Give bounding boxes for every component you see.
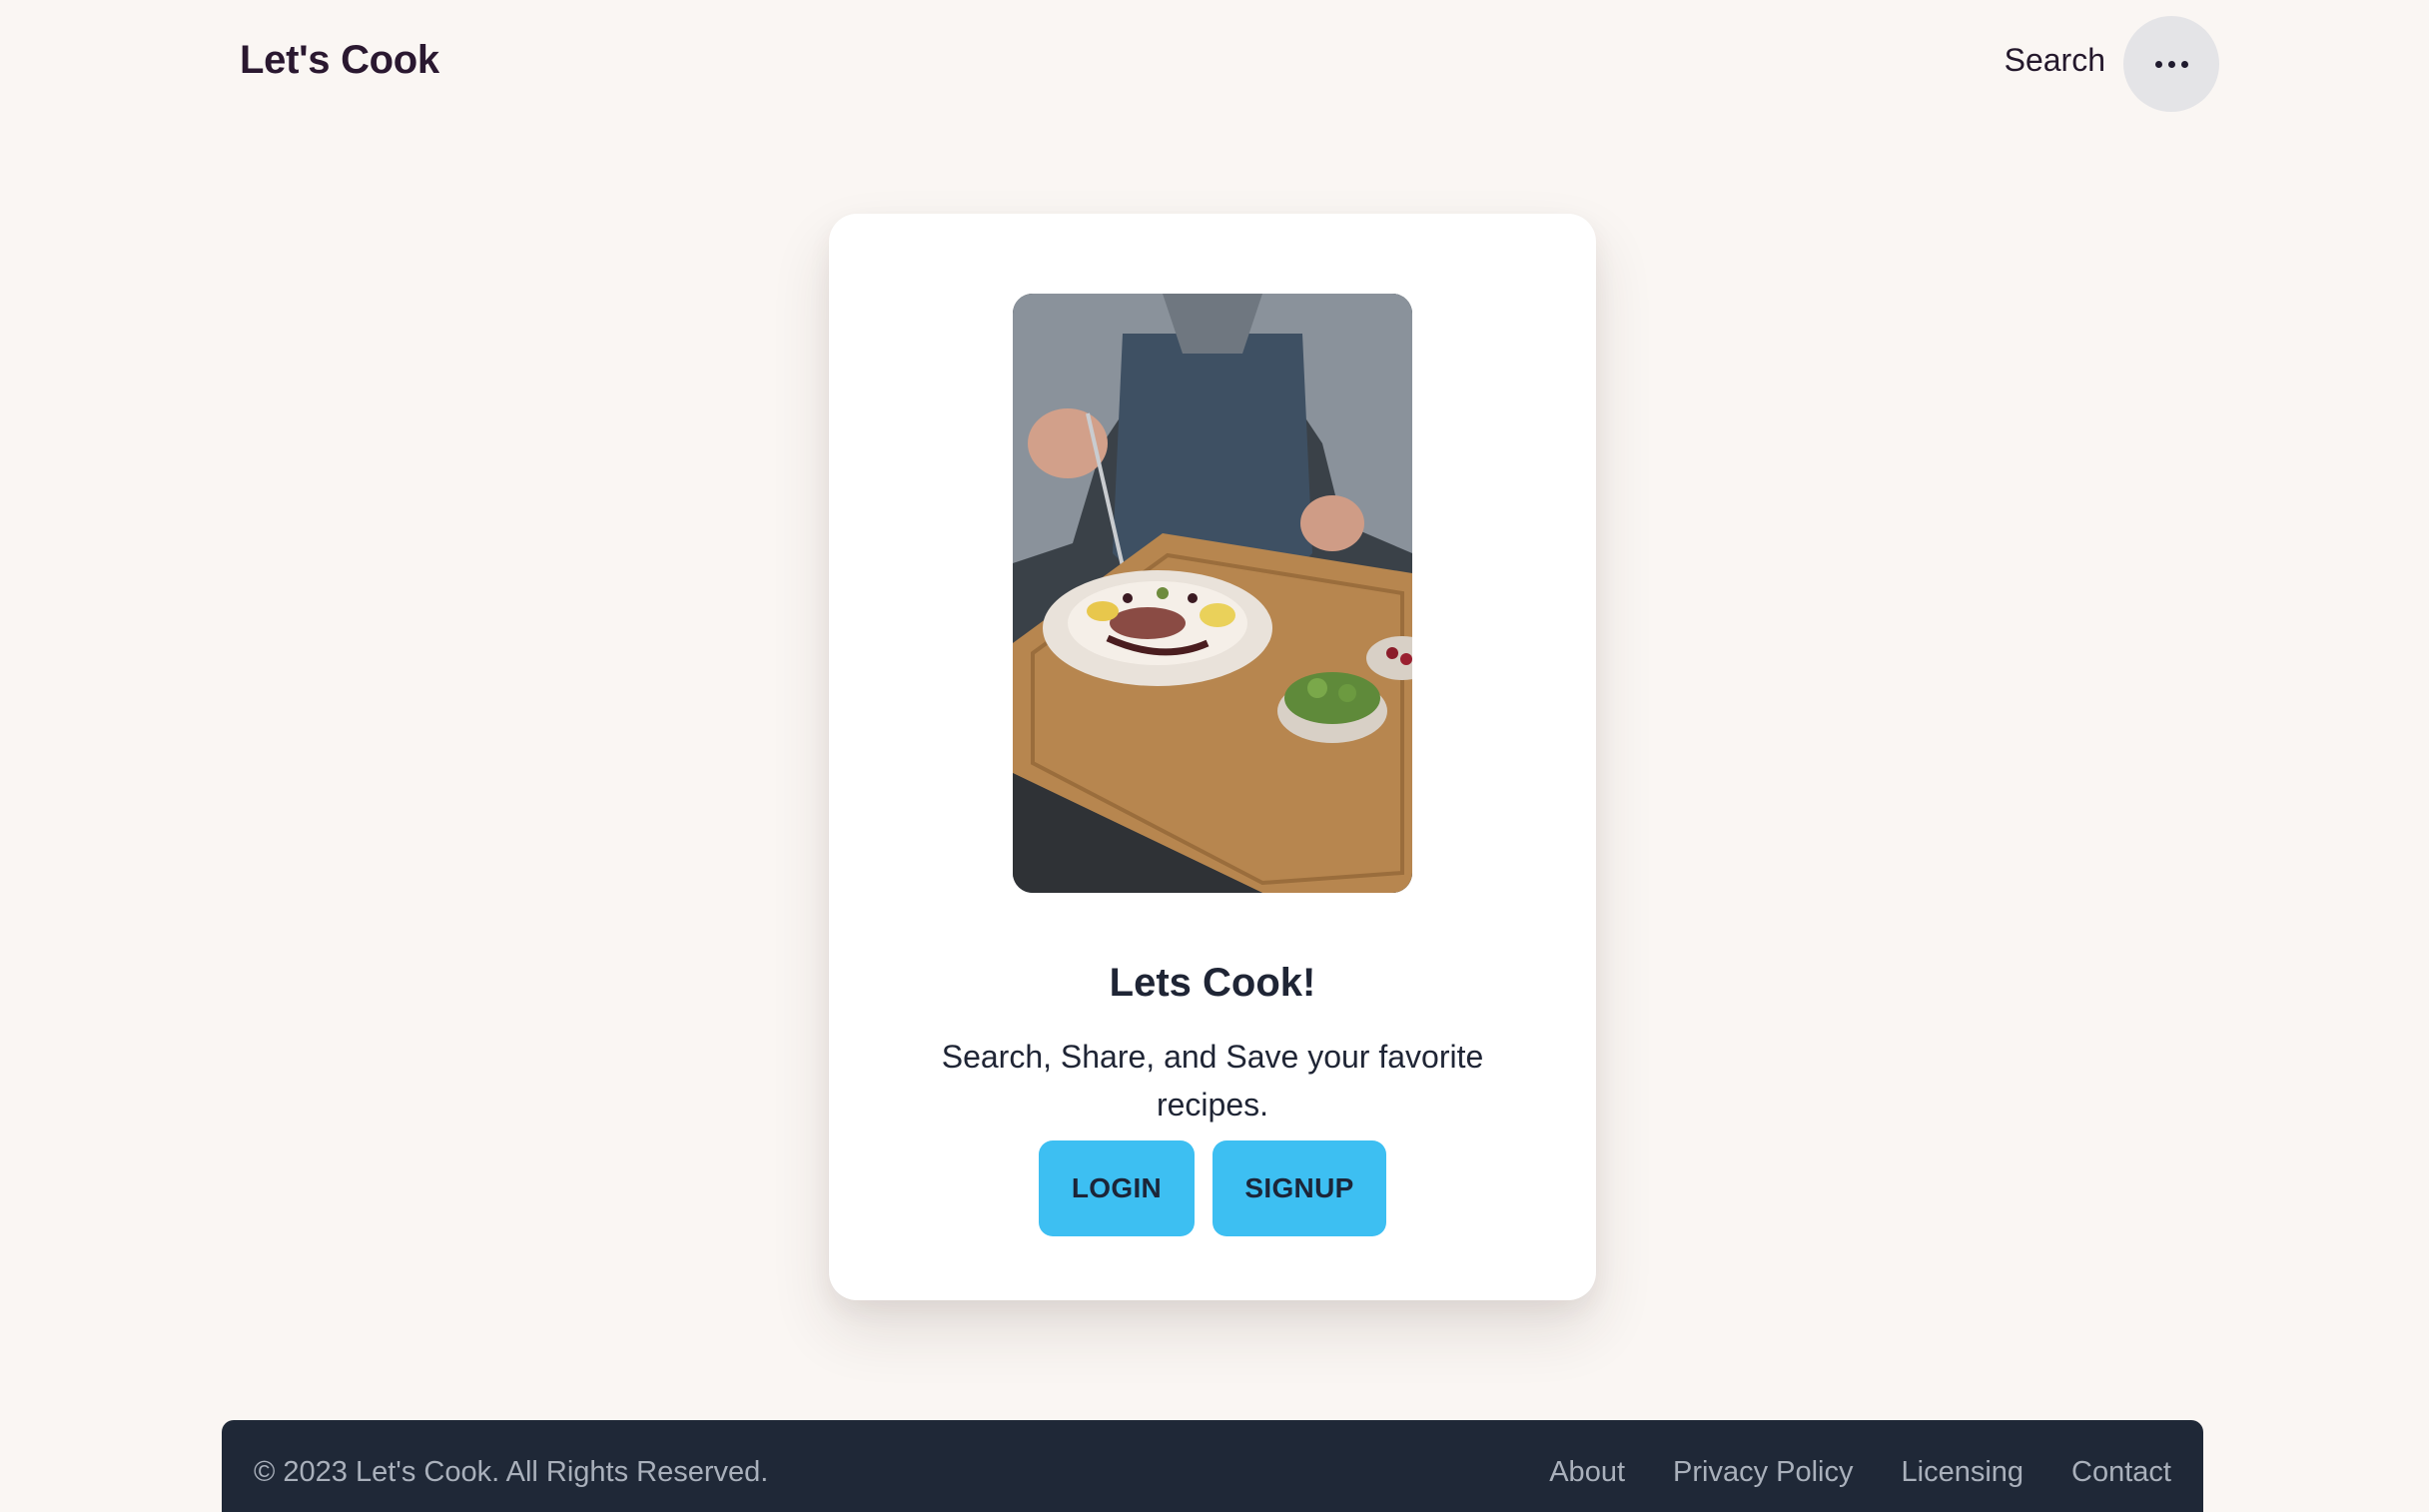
more-menu-button[interactable] bbox=[2123, 16, 2219, 112]
login-button[interactable]: LOGIN bbox=[1039, 1140, 1195, 1236]
site-header: Let's Cook Search bbox=[0, 0, 2429, 126]
card-subtitle: Search, Share, and Save your favorite re… bbox=[941, 1039, 1484, 1123]
site-footer: © 2023 Let's Cook. All Rights Reserved. … bbox=[222, 1420, 2203, 1512]
auth-buttons: LOGIN SIGNUP bbox=[829, 1140, 1596, 1236]
card-title: Lets Cook! bbox=[1109, 961, 1316, 1005]
footer-links: About Privacy Policy Licensing Contact bbox=[1549, 1456, 2171, 1489]
welcome-card: Lets Cook! Search, Share, and Save your … bbox=[829, 214, 1596, 1300]
brand-logo[interactable]: Let's Cook bbox=[240, 38, 439, 83]
signup-button[interactable]: SIGNUP bbox=[1213, 1140, 1386, 1236]
footer-link-contact[interactable]: Contact bbox=[2071, 1456, 2171, 1489]
footer-link-privacy-policy[interactable]: Privacy Policy bbox=[1673, 1456, 1854, 1489]
search-link[interactable]: Search bbox=[2005, 42, 2105, 79]
footer-link-about[interactable]: About bbox=[1549, 1456, 1625, 1489]
chef-plating-photo bbox=[1013, 294, 1412, 893]
footer-link-licensing[interactable]: Licensing bbox=[1902, 1456, 2024, 1489]
more-horizontal-icon bbox=[2154, 60, 2188, 68]
copyright-text: © 2023 Let's Cook. All Rights Reserved. bbox=[254, 1456, 769, 1488]
